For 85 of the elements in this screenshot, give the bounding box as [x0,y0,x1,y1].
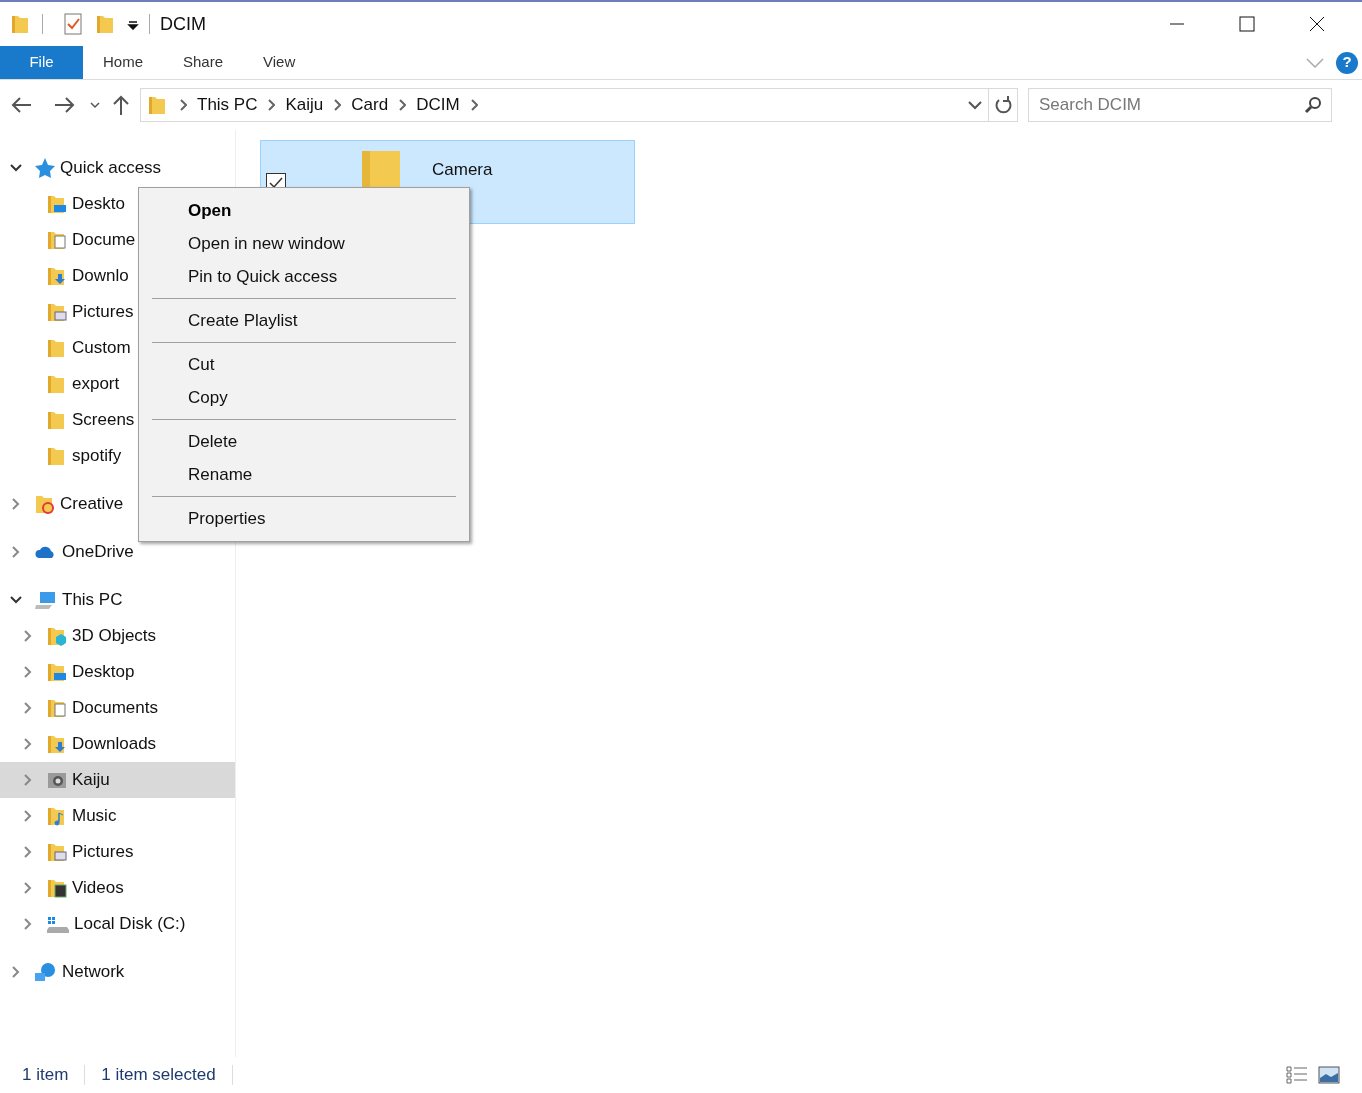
tree-item[interactable]: Kaiju [0,762,235,798]
folder-icon [46,193,68,215]
dropdown-icon[interactable] [127,18,139,30]
tree-item[interactable]: Local Disk (C:) [0,906,235,942]
ribbon-tab[interactable]: Home [83,46,163,79]
network-icon [34,961,58,983]
star-icon [34,157,56,179]
menu-item[interactable]: Cut [188,351,215,378]
folder-icon [46,625,68,647]
search-field[interactable]: Search DCIM [1028,88,1332,122]
maximize-icon [1239,16,1255,32]
chevron-right-icon[interactable] [10,966,22,978]
chevron-right-icon[interactable] [22,738,34,750]
tree-item[interactable]: Music [0,798,235,834]
tree-item[interactable]: Pictures [0,834,235,870]
window-title: DCIM [160,12,206,36]
file-name: Camera [432,159,493,181]
tree-item[interactable]: Network [0,954,235,990]
tree-item[interactable]: Quick access [0,150,235,186]
chevron-right-icon[interactable] [22,666,34,678]
ribbon-tab[interactable]: View [243,46,316,79]
address-bar[interactable]: This PC Kaiju Card DCIM [140,88,1018,122]
large-icons-view-icon[interactable] [1318,1066,1340,1084]
selection-count: 1 item selected [101,1064,216,1087]
breadcrumb-separator-icon [333,99,342,111]
breadcrumb-separator-icon [398,99,407,111]
breadcrumb[interactable]: This PC [197,92,258,118]
menu-item[interactable]: Open in new window [188,230,345,257]
chevron-down-icon[interactable] [10,162,22,174]
folder-icon [34,493,56,515]
folder-icon [46,697,68,719]
menu-item[interactable]: Delete [188,428,238,455]
chevron-right-icon[interactable] [22,810,34,822]
menu-item[interactable]: Open [188,197,232,224]
chevron-right-icon[interactable] [22,774,34,786]
tree-item[interactable]: 3D Objects [0,618,235,654]
chevron-right-icon[interactable] [22,702,34,714]
breadcrumb-separator-icon [267,99,276,111]
ribbon-tab[interactable]: Share [163,46,244,79]
up-arrow-icon[interactable] [112,94,130,116]
forward-arrow-icon[interactable] [54,96,76,114]
folder-icon [46,229,68,251]
folder-icon [362,151,402,187]
chevron-right-icon[interactable] [22,630,34,642]
chevron-down-icon[interactable] [10,594,22,606]
breadcrumb[interactable]: Kaiju [285,92,324,118]
back-arrow-icon[interactable] [10,96,32,114]
chevron-right-icon[interactable] [10,546,22,558]
tree-item[interactable]: Videos [0,870,235,906]
breadcrumb[interactable]: Card [351,92,389,118]
minimize-icon [1169,23,1185,25]
menu-item[interactable]: Rename [188,461,253,488]
folder-icon [46,877,68,899]
chevron-right-icon[interactable] [22,882,34,894]
tree-item[interactable]: Desktop [0,654,235,690]
folder-icon [46,733,68,755]
menu-item[interactable]: Properties [188,505,266,532]
folder-icon [46,661,68,683]
menu-item[interactable]: Copy [188,384,228,411]
chevron-down-icon[interactable] [968,100,982,110]
menu-item[interactable]: Create Playlist [188,307,298,334]
folder-icon [46,841,68,863]
details-view-icon[interactable] [1286,1065,1308,1085]
chevron-right-icon[interactable] [10,498,22,510]
search-icon[interactable] [1304,96,1322,114]
tree-item[interactable]: Documents [0,690,235,726]
chevron-right-icon[interactable] [22,918,34,930]
breadcrumb-separator-icon [469,99,478,111]
chevron-down-icon[interactable] [90,101,100,109]
tree-item[interactable]: OneDrive [0,534,235,570]
breadcrumb-separator-icon [179,99,187,111]
tree-item[interactable]: This PC [0,582,235,618]
folder-icon [46,301,68,323]
chevron-right-icon[interactable] [22,846,34,858]
help-button[interactable]: ? [1336,51,1358,74]
breadcrumb[interactable]: DCIM [416,92,460,118]
folder-icon [46,265,68,287]
close-icon [1309,16,1325,32]
refresh-icon[interactable] [993,95,1013,115]
computer-icon [34,589,58,611]
menu-item[interactable]: Pin to Quick access [188,263,338,290]
item-count: 1 item [22,1064,69,1087]
tree-item[interactable]: Downloads [0,726,235,762]
properties-icon[interactable] [63,13,83,35]
ribbon-tab[interactable]: File [0,46,83,79]
